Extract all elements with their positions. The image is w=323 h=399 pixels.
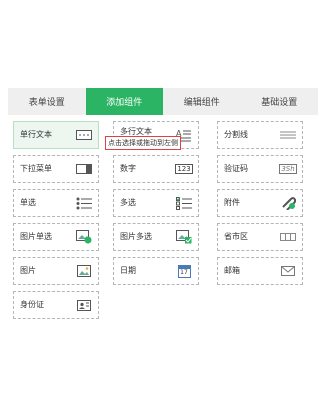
tab-bar: 表单设置 添加组件 编辑组件 基础设置 [8,88,318,115]
image-icon [76,264,92,278]
tab-edit-component[interactable]: 编辑组件 [163,88,241,115]
component-captcha[interactable]: 验证码 3Sh [217,155,303,183]
component-checkbox[interactable]: 多选 [113,189,199,217]
component-label: 数字 [120,164,136,173]
image-checkbox-icon [176,230,192,244]
component-label: 省市区 [224,232,248,241]
component-label: 附件 [224,198,240,207]
component-divider[interactable]: 分割线 [217,121,303,149]
component-image[interactable]: 图片 [13,257,99,285]
component-label: 分割线 [224,130,248,139]
component-email[interactable]: 邮箱 [217,257,303,285]
drag-hint-tooltip: 点击选择或拖动到左侧 [105,136,181,150]
component-label: 多选 [120,198,136,207]
component-label: 日期 [120,266,136,275]
paperclip-icon [280,196,296,210]
component-image-radio[interactable]: 图片单选 [13,223,99,251]
calendar-icon: 17 [176,264,192,278]
tab-form-settings[interactable]: 表单设置 [8,88,86,115]
region-select-icon [280,230,296,244]
component-label: 下拉菜单 [20,164,52,173]
component-region[interactable]: 省市区 [217,223,303,251]
component-date[interactable]: 日期 17 [113,257,199,285]
envelope-icon [280,264,296,278]
component-label: 单行文本 [20,130,52,139]
component-id-card[interactable]: 身份证 [13,291,99,319]
component-label: 邮箱 [224,266,240,275]
component-image-checkbox[interactable]: 图片多选 [113,223,199,251]
checkbox-list-icon [176,196,192,210]
component-number[interactable]: 数字 123 [113,155,199,183]
component-radio[interactable]: 单选 [13,189,99,217]
component-label: 图片 [20,266,36,275]
component-label: 验证码 [224,164,248,173]
image-radio-icon [76,230,92,244]
component-label: 图片多选 [120,232,152,241]
component-single-text[interactable]: 单行文本 [13,121,99,149]
divider-icon [280,128,296,142]
tab-basic-settings[interactable]: 基础设置 [241,88,319,115]
component-dropdown[interactable]: 下拉菜单 [13,155,99,183]
component-attachment[interactable]: 附件 [217,189,303,217]
text-input-icon [76,128,92,142]
id-card-icon [76,298,92,312]
dropdown-icon [76,162,92,176]
tab-add-component[interactable]: 添加组件 [85,88,163,115]
radio-list-icon [76,196,92,210]
component-label: 身份证 [20,300,44,309]
captcha-icon: 3Sh [279,164,297,174]
number-icon: 123 [175,164,193,174]
component-label: 图片单选 [20,232,52,241]
component-label: 单选 [20,198,36,207]
